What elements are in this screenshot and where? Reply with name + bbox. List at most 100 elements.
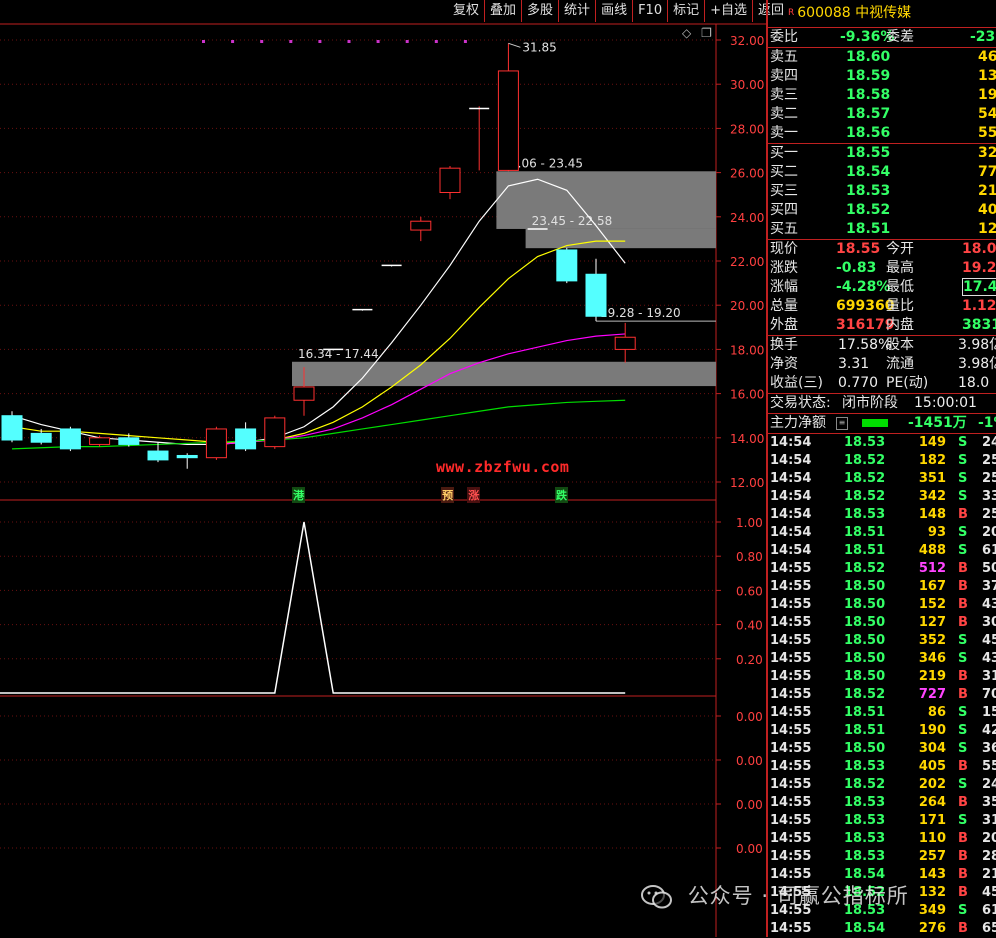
fundamentals: 换手17.58%股本3.98亿净资3.31流通3.98亿收益(三)0.770PE…: [768, 336, 996, 394]
trade-cell: 14:55: [770, 849, 812, 864]
trade-cell: 18.53: [844, 435, 886, 450]
level-label: 19.28 - 19.20: [600, 306, 681, 320]
trade-cell: S: [958, 903, 968, 918]
trade-cell: 61: [982, 903, 996, 918]
trade-cell: 18.53: [844, 813, 886, 828]
trade-cell: S: [958, 723, 968, 738]
quote-label: 涨幅: [770, 279, 798, 295]
candle-body: [235, 428, 257, 450]
tb-mark-button[interactable]: 标记: [667, 0, 704, 22]
trade-cell: 18.51: [844, 543, 886, 558]
trade-cell: 257: [918, 849, 946, 864]
trade-row: 14:55 18.50 304 S 36: [768, 740, 996, 758]
trade-cell: 512: [918, 561, 946, 576]
fund-row: 收益(三) 0.770 PE(动) 18.0: [768, 374, 996, 393]
marker-dot: [260, 40, 264, 43]
trade-cell: 93: [927, 525, 946, 540]
ask-row: 卖五 18.60 461: [768, 48, 996, 67]
trade-cell: 14:55: [770, 687, 812, 702]
window-icon[interactable]: ❐: [701, 26, 712, 40]
y-tick-label: 32.00: [730, 34, 764, 48]
ask-row: 卖二 18.57 54: [768, 105, 996, 124]
trade-cell: 43: [982, 597, 996, 612]
trade-cell: 45: [982, 633, 996, 648]
trade-cell: 18.53: [844, 831, 886, 846]
trade-cell: S: [958, 777, 968, 792]
trade-cell: S: [958, 435, 968, 450]
candle-body: [556, 249, 578, 282]
bid-volume: 128: [978, 221, 996, 237]
trade-row: 14:55 18.53 405 B 55: [768, 758, 996, 776]
trade-cell: B: [958, 867, 968, 882]
trade-row: 14:54 18.52 351 S 25: [768, 470, 996, 488]
tb-overlay-button[interactable]: 叠加: [484, 0, 521, 22]
marker-dot: [318, 40, 322, 43]
mainflow-value: -1451万: [908, 415, 967, 431]
quote-value: 18.00: [962, 241, 996, 257]
trade-cell: 18.51: [844, 705, 886, 720]
trade-cell: 55: [982, 759, 996, 774]
trade-cell: 24: [982, 435, 996, 450]
bid-levels: 买一18.55328买二18.5477买三18.53213买四18.52406买…: [768, 144, 996, 240]
candle-body: [176, 454, 198, 459]
trade-cell: S: [958, 471, 968, 486]
tb-f10-button[interactable]: F10: [632, 0, 667, 22]
fund-value: 18.0: [958, 375, 990, 391]
trade-cell: B: [958, 615, 968, 630]
marker-dot: [463, 40, 467, 43]
signal-tag: 涨: [467, 487, 481, 503]
y-tick-label: 22.00: [730, 255, 764, 269]
weibi-row: 委比 -9.36% 委差 -236: [768, 28, 996, 48]
quote-label: 涨跌: [770, 260, 798, 276]
quote-value: -4.28%: [836, 279, 891, 295]
trade-cell: 18.52: [844, 489, 886, 504]
trade-cell: 14:55: [770, 831, 812, 846]
signal-tag: 跌: [554, 487, 568, 503]
trade-cell: 182: [918, 453, 946, 468]
signal-tag: 预: [441, 487, 455, 503]
list-icon[interactable]: ≡: [836, 417, 848, 430]
tb-multi-stock-button[interactable]: 多股: [521, 0, 558, 22]
trade-cell: 33: [982, 489, 996, 504]
trade-cell: 86: [927, 705, 946, 720]
trade-ticks[interactable]: 14:54 18.53 149 S 24 14:54 18.52 182 S 25 14:54 18.…: [768, 434, 996, 938]
tb-fuquan-button[interactable]: 复权: [448, 0, 484, 22]
trade-row: 14:55 18.50 352 S 45: [768, 632, 996, 650]
fund-value: 0.770: [838, 375, 879, 391]
y-tick-label: 30.00: [730, 78, 764, 92]
trade-cell: 727: [918, 687, 946, 702]
tb-add-watchlist-button[interactable]: +自选: [704, 0, 752, 22]
candle-body: [1, 415, 23, 441]
trade-cell: 24: [982, 777, 996, 792]
diamond-icon[interactable]: ◇: [682, 26, 691, 40]
trade-cell: 18.52: [844, 777, 886, 792]
candle-body: [439, 167, 461, 193]
ask-row: 卖三 18.58 191: [768, 86, 996, 105]
trade-cell: 25: [982, 453, 996, 468]
trade-cell: 352: [918, 633, 946, 648]
marker-dot: [434, 40, 438, 43]
kline-chart-area[interactable]: 32.00 30.00 28.00 26.00 24.00 22.00 20.00 18.00…: [0, 0, 766, 937]
trade-cell: 18.53: [844, 507, 886, 522]
trade-cell: 14:55: [770, 705, 812, 720]
tb-draw-line-button[interactable]: 画线: [595, 0, 632, 22]
trade-row: 14:55 18.54 276 B 65: [768, 920, 996, 938]
quote-row: 涨跌 -0.83 最高 19.20: [768, 259, 996, 278]
bid-label: 买四: [770, 202, 798, 218]
trade-cell: 14:55: [770, 723, 812, 738]
y-tick-label: 16.00: [730, 388, 764, 402]
y-tick-label: 0.80: [736, 550, 763, 564]
signal-line: [0, 521, 626, 694]
mainflow-label: 主力净额: [770, 415, 826, 431]
trade-cell: 18.51: [844, 525, 886, 540]
trade-cell: 143: [918, 867, 946, 882]
trade-row: 14:55 18.52 202 S 24: [768, 776, 996, 794]
trade-cell: 304: [918, 741, 946, 756]
trade-row: 14:54 18.52 182 S 25: [768, 452, 996, 470]
trade-cell: 21: [982, 867, 996, 882]
trade-row: 14:55 18.50 127 B 30: [768, 614, 996, 632]
stock-header[interactable]: R 600088 中视传媒: [768, 0, 996, 28]
quote-label: 今开: [886, 241, 914, 257]
trade-cell: S: [958, 651, 968, 666]
tb-statistics-button[interactable]: 统计: [558, 0, 595, 22]
